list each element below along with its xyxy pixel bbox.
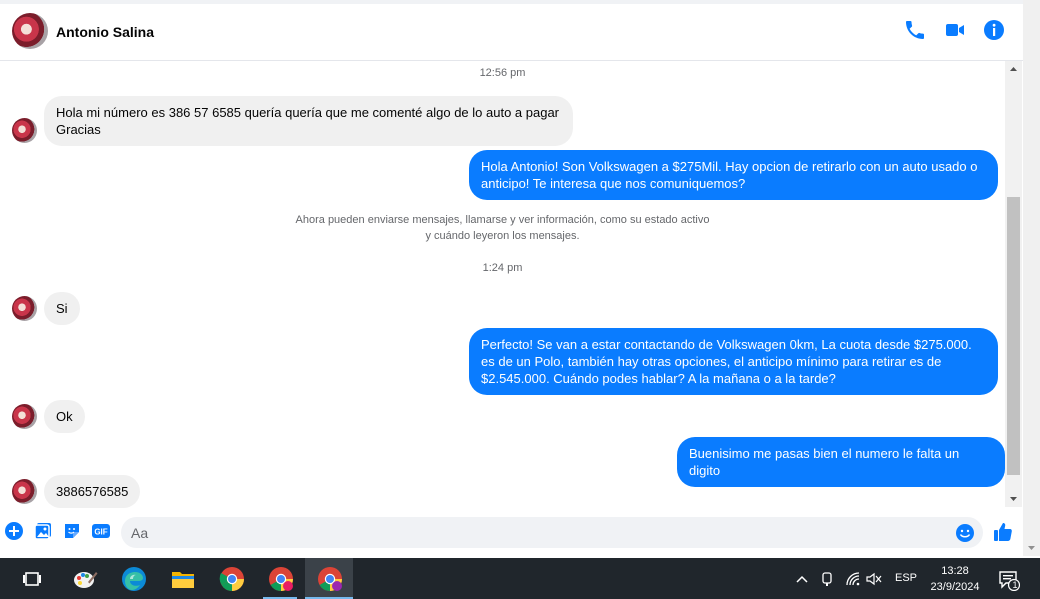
language-indicator[interactable]: ESP (895, 572, 917, 584)
svg-text:GIF: GIF (94, 528, 107, 537)
sender-avatar[interactable] (12, 296, 37, 321)
scroll-down-arrow-icon[interactable] (1005, 492, 1022, 507)
task-view-icon[interactable] (21, 568, 43, 590)
chat-header: Antonio Salina (0, 0, 1023, 61)
paint-icon[interactable] (72, 566, 98, 592)
scroll-down-arrow-icon[interactable] (1027, 544, 1036, 552)
edge-browser-icon[interactable] (121, 566, 147, 592)
sticker-icon[interactable] (62, 521, 82, 541)
video-call-icon[interactable] (943, 18, 967, 42)
incoming-message[interactable]: Hola mi número es 386 57 6585 quería que… (44, 96, 573, 146)
contact-avatar[interactable] (12, 13, 48, 49)
system-notice-line-2: y cuándo leyeron los mensajes. (425, 230, 580, 242)
scroll-thumb[interactable] (1007, 197, 1020, 475)
sender-avatar[interactable] (12, 479, 37, 504)
timestamp: 12:56 pm (479, 67, 526, 79)
clock-time: 13:28 (941, 565, 969, 577)
window-edge (1023, 0, 1040, 556)
outgoing-message[interactable]: Perfecto! Se van a estar contactando de … (469, 328, 998, 395)
meet-now-icon[interactable] (820, 571, 834, 587)
chrome-profile-active-icon[interactable] (317, 566, 343, 592)
incoming-message[interactable]: Ok (44, 400, 85, 433)
incoming-message[interactable]: 3886576585 (44, 475, 141, 508)
chrome-icon[interactable] (219, 566, 245, 592)
emoji-icon[interactable] (955, 523, 975, 543)
wifi-icon[interactable] (845, 571, 861, 587)
system-notice-line-1: Ahora pueden enviarse mensajes, llamarse… (295, 214, 710, 226)
chrome-profile-icon[interactable] (268, 566, 294, 592)
system-clock[interactable]: 13:28 23/9/2024 (920, 563, 990, 595)
scroll-up-arrow-icon[interactable] (1005, 61, 1022, 76)
incoming-message[interactable]: Si (44, 292, 80, 325)
volume-muted-icon[interactable] (866, 571, 882, 587)
info-icon[interactable] (982, 18, 1006, 42)
chevron-up-icon[interactable] (795, 572, 809, 586)
outgoing-message[interactable]: Hola Antonio! Son Volkswagen a $275Mil. … (469, 150, 998, 200)
photo-icon[interactable] (33, 521, 53, 541)
plus-icon[interactable] (4, 521, 24, 541)
message-input[interactable] (131, 522, 931, 543)
phone-call-icon[interactable] (903, 18, 927, 42)
message-input-box[interactable] (121, 517, 983, 548)
outgoing-message[interactable]: Buenisimo me pasas bien el numero le fal… (677, 437, 1005, 487)
sender-avatar[interactable] (12, 404, 37, 429)
clock-date: 23/9/2024 (930, 581, 980, 593)
notification-count: 1 (1012, 580, 1018, 590)
gif-icon[interactable]: GIF (91, 521, 111, 541)
file-explorer-icon[interactable] (170, 566, 196, 592)
contact-name[interactable]: Antonio Salina (56, 24, 154, 40)
message-list[interactable]: 12:56 pm Hola mi número es 386 57 6585 q… (0, 61, 1005, 509)
timestamp: 1:24 pm (482, 262, 523, 274)
thumbs-up-icon[interactable] (992, 521, 1014, 543)
message-composer: GIF (0, 509, 1023, 556)
message-scrollbar[interactable] (1005, 61, 1022, 507)
sender-avatar[interactable] (12, 118, 37, 143)
windows-taskbar: ESP 13:28 23/9/2024 1 (0, 558, 1040, 599)
